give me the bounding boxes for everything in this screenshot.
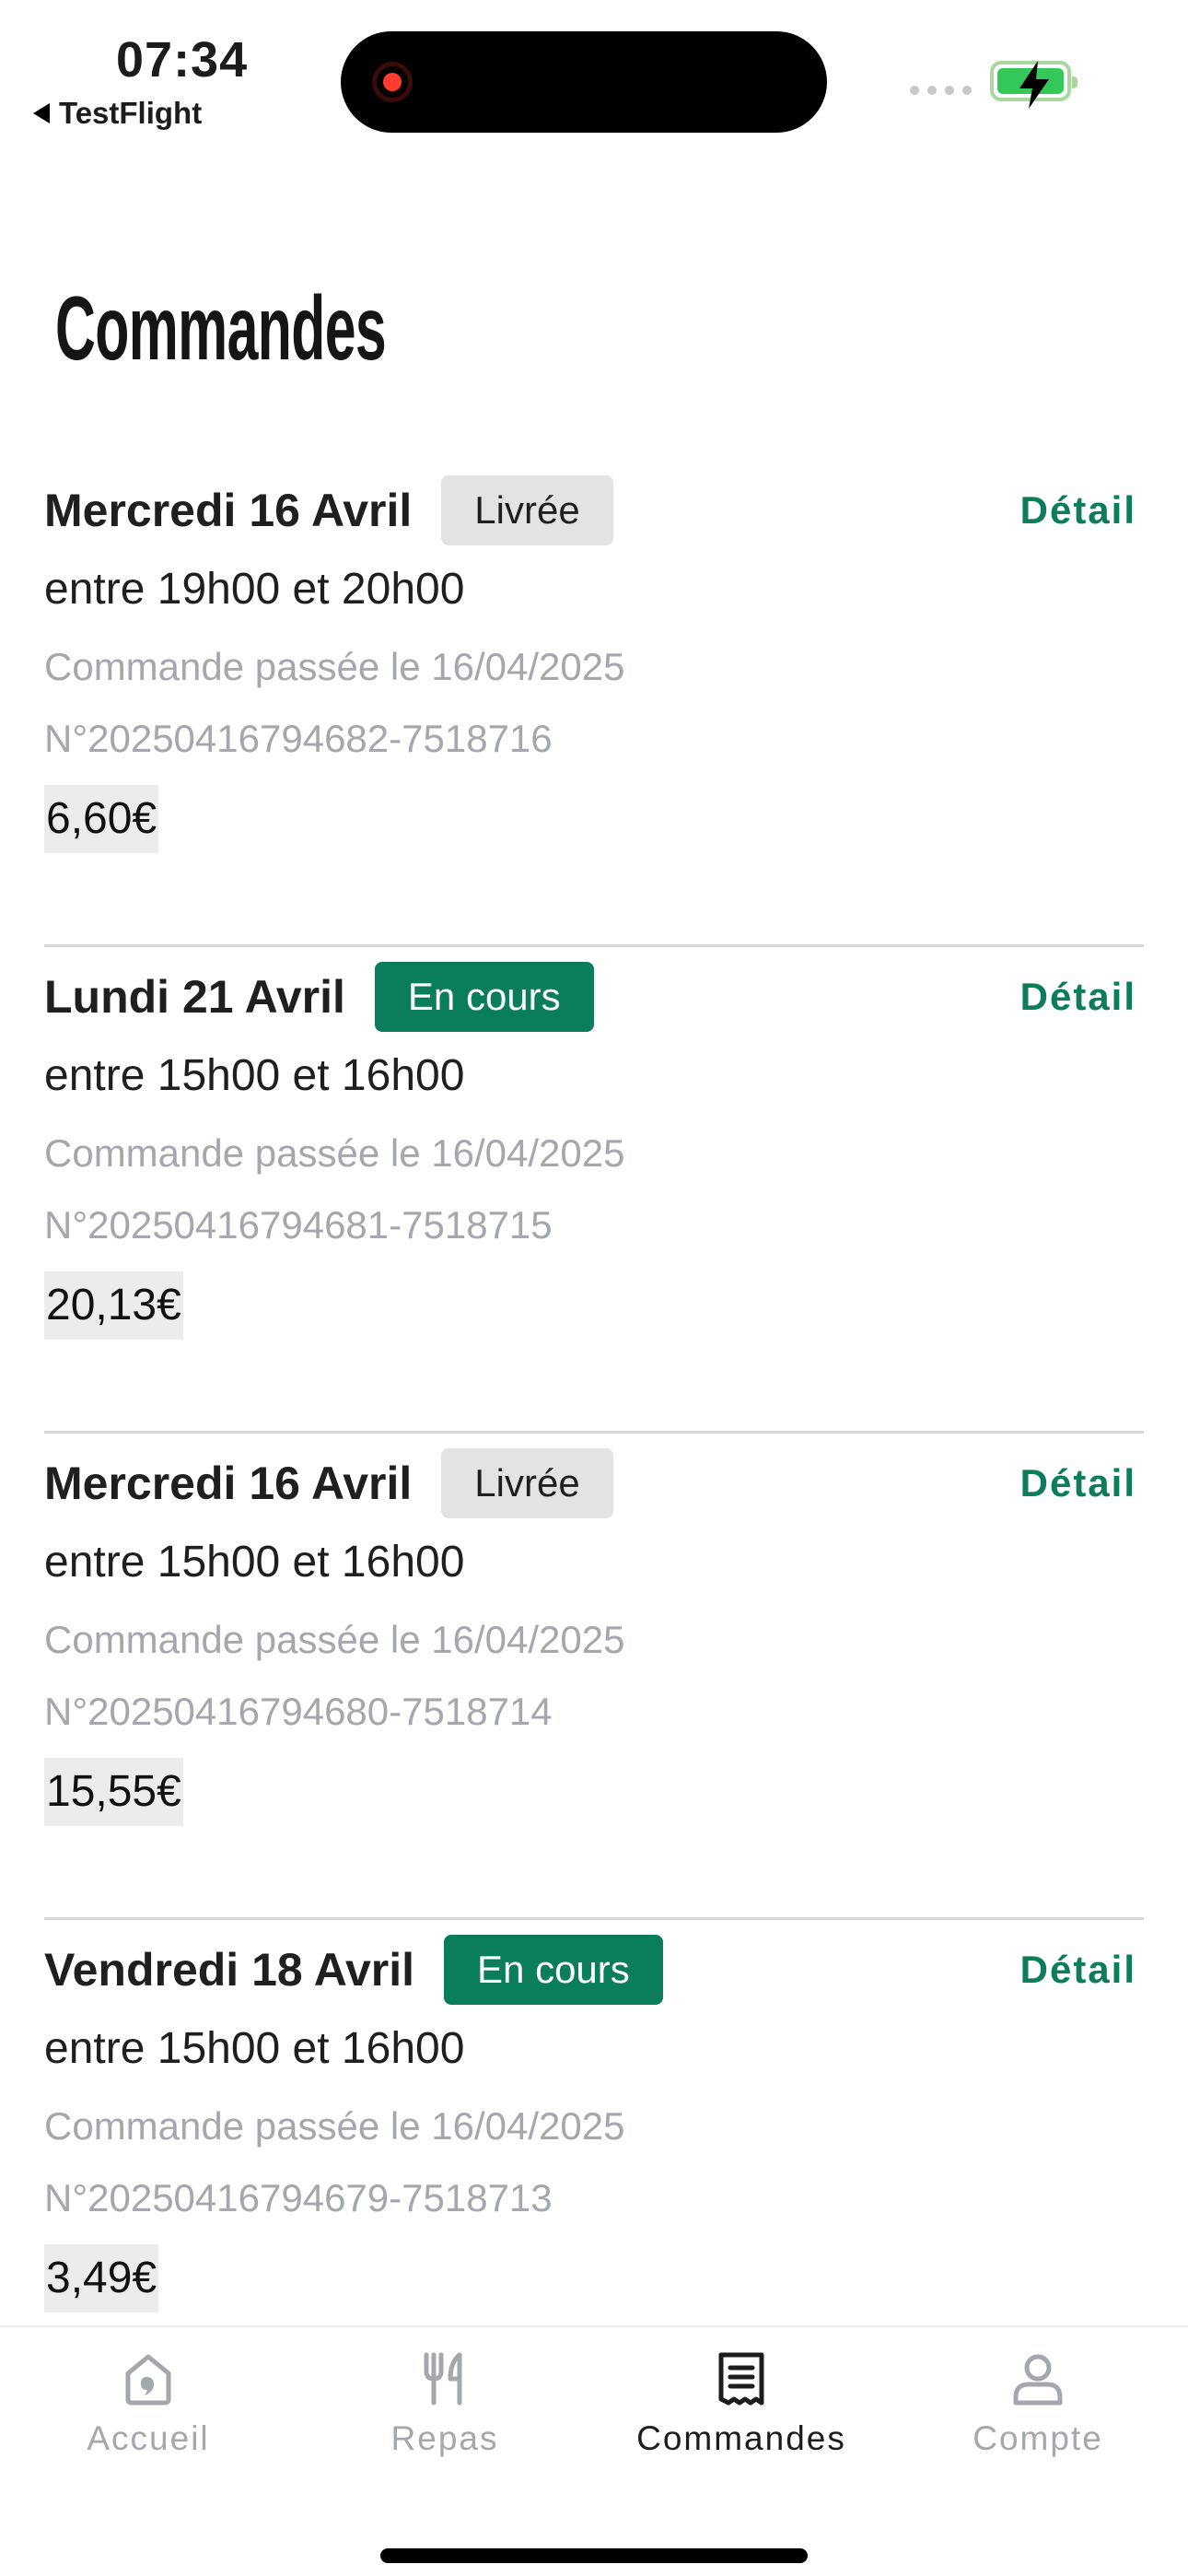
order-card: Lundi 21 Avril En cours Détail entre 15h…: [44, 947, 1144, 1434]
order-card: Mercredi 16 Avril Livrée Détail entre 15…: [44, 1434, 1144, 1920]
signal-icon: [910, 86, 972, 95]
order-date: Mercredi 16 Avril: [44, 1458, 413, 1509]
delivery-slot: entre 19h00 et 20h00: [44, 565, 465, 614]
order-number: N°20250416794679-7518713: [44, 2176, 553, 2219]
status-badge: Livrée: [441, 475, 613, 545]
back-arrow-icon: [33, 103, 50, 123]
order-number: N°20250416794680-7518714: [44, 1690, 553, 1733]
back-to-app-link[interactable]: TestFlight: [33, 96, 202, 131]
status-badge: Livrée: [441, 1448, 613, 1518]
order-placed-date: Commande passée le 16/04/2025: [44, 1618, 625, 1661]
dynamic-island: [341, 31, 827, 133]
order-price: 3,49€: [44, 2244, 159, 2313]
delivery-slot: entre 15h00 et 16h00: [44, 2024, 465, 2073]
battery-charging-icon: [990, 61, 1077, 109]
tab-label: Commandes: [636, 2419, 846, 2457]
bottom-tab-bar: Accueil Repas Commandes Compte: [0, 2325, 1188, 2576]
status-time: 07:34: [116, 32, 249, 88]
tab-label: Compte: [973, 2419, 1103, 2457]
status-badge: En cours: [374, 962, 594, 1032]
detail-link[interactable]: Détail: [1020, 488, 1136, 533]
order-date: Lundi 21 Avril: [44, 971, 345, 1023]
page-title: Commandes: [55, 277, 387, 379]
screen-recording-icon: [372, 62, 413, 102]
order-date: Vendredi 18 Avril: [44, 1944, 415, 1996]
tab-accueil[interactable]: Accueil: [0, 2349, 297, 2458]
order-price: 6,60€: [44, 785, 159, 853]
tab-label: Repas: [390, 2419, 499, 2457]
back-app-label: TestFlight: [59, 96, 203, 130]
receipt-icon: [718, 2352, 764, 2406]
detail-link[interactable]: Détail: [1020, 975, 1136, 1019]
order-number: N°20250416794682-7518716: [44, 717, 553, 760]
delivery-slot: entre 15h00 et 16h00: [44, 1051, 465, 1100]
detail-link[interactable]: Détail: [1020, 1461, 1136, 1505]
orders-list: Mercredi 16 Avril Livrée Détail entre 19…: [44, 461, 1144, 2406]
home-icon: [125, 2354, 171, 2406]
tab-label: Accueil: [87, 2419, 210, 2457]
order-price: 15,55€: [44, 1758, 183, 1826]
home-indicator: [380, 2548, 808, 2563]
detail-link[interactable]: Détail: [1020, 1948, 1136, 1992]
status-badge: En cours: [444, 1935, 663, 2005]
tab-compte[interactable]: Compte: [890, 2349, 1186, 2458]
order-date: Mercredi 16 Avril: [44, 485, 413, 536]
delivery-slot: entre 15h00 et 16h00: [44, 1538, 465, 1587]
order-number: N°20250416794681-7518715: [44, 1203, 553, 1247]
tab-commandes[interactable]: Commandes: [593, 2349, 890, 2458]
order-placed-date: Commande passée le 16/04/2025: [44, 645, 625, 688]
order-card: Mercredi 16 Avril Livrée Détail entre 19…: [44, 461, 1144, 947]
order-price: 20,13€: [44, 1271, 183, 1340]
tab-repas[interactable]: Repas: [297, 2349, 593, 2458]
person-icon: [1013, 2354, 1063, 2406]
order-placed-date: Commande passée le 16/04/2025: [44, 2104, 625, 2148]
order-placed-date: Commande passée le 16/04/2025: [44, 1131, 625, 1175]
cutlery-icon: [424, 2352, 462, 2406]
